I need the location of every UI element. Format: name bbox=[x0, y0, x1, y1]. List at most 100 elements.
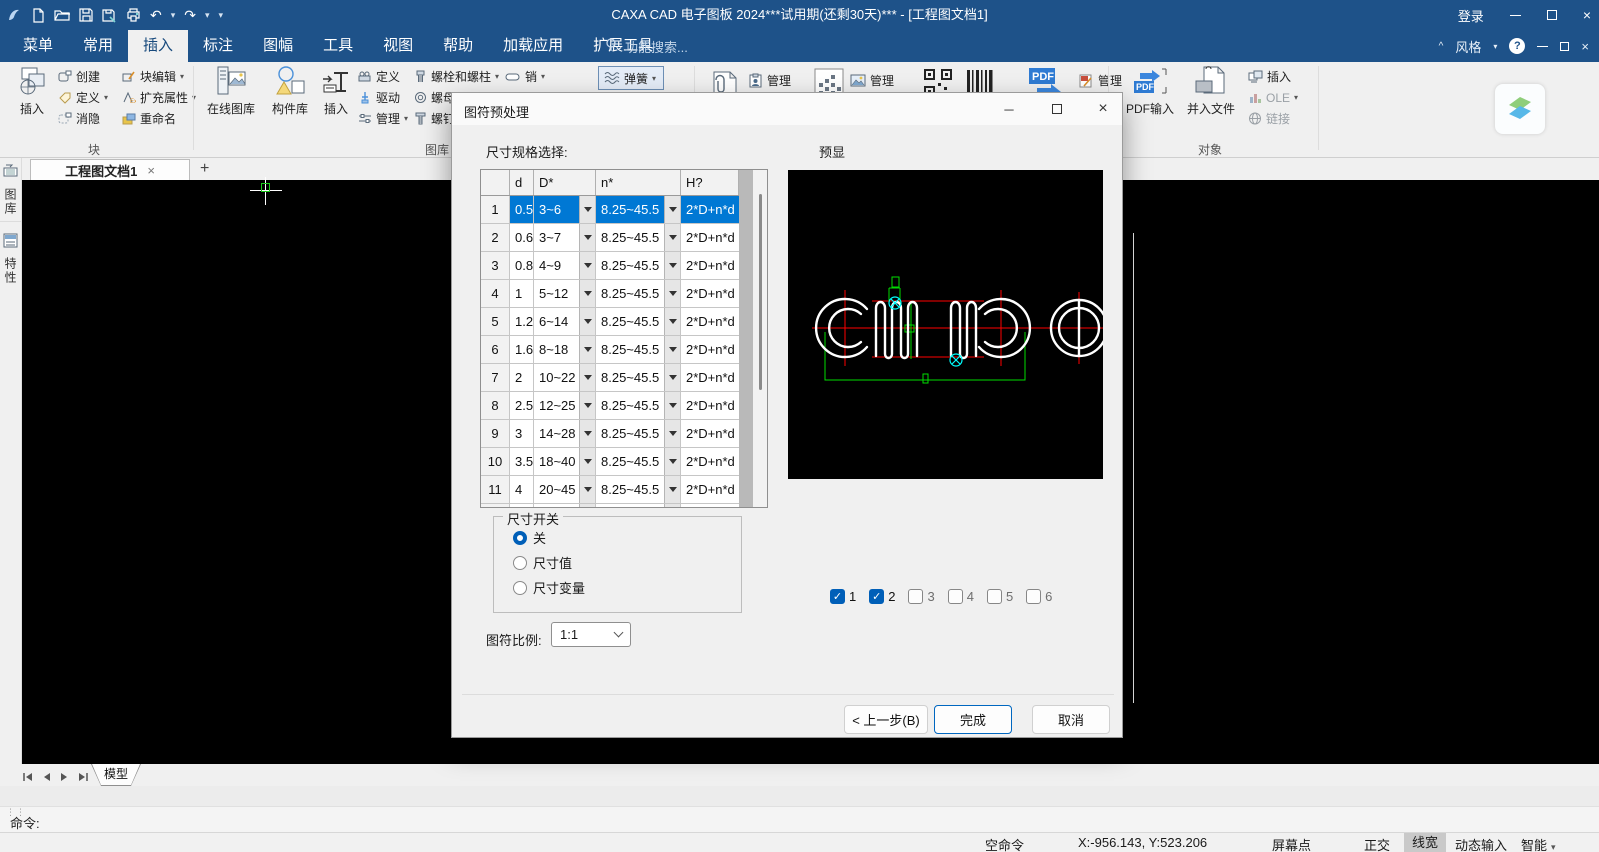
dropdown-button[interactable] bbox=[579, 448, 595, 475]
collapse-ribbon-icon[interactable]: ^ bbox=[1439, 41, 1444, 52]
dialog-maximize-button[interactable] bbox=[1040, 93, 1074, 125]
H-formula-cell[interactable]: 2*D+n*d bbox=[681, 196, 739, 223]
D-range-cell[interactable]: 10~22 bbox=[534, 364, 596, 391]
print-icon[interactable] bbox=[126, 8, 141, 22]
undo-dropdown-icon[interactable]: ▾ bbox=[171, 10, 176, 21]
n-range-cell[interactable]: 8.25~45.5 bbox=[596, 476, 681, 503]
restore-button[interactable] bbox=[1546, 10, 1557, 20]
status-ortho-toggle[interactable]: 正交 bbox=[1364, 835, 1390, 852]
part-checkbox[interactable]: 3 bbox=[908, 589, 935, 604]
dropdown-button[interactable] bbox=[579, 392, 595, 419]
pdf-manage-button[interactable]: 管理 bbox=[1078, 70, 1122, 91]
part-checkbox[interactable]: 6 bbox=[1026, 589, 1052, 604]
dropdown-button[interactable] bbox=[664, 308, 680, 335]
dropdown-button[interactable] bbox=[579, 196, 595, 223]
table-row[interactable]: 2 0.6 3~7 8.25~45.5 2*D+n*d bbox=[481, 224, 739, 252]
part-checkbox[interactable]: 5 bbox=[986, 589, 1013, 604]
n-range-cell[interactable]: 8.25~45.5 bbox=[596, 196, 681, 223]
row-number-cell[interactable]: 2 bbox=[481, 224, 510, 251]
D-range-cell[interactable]: 5~12 bbox=[534, 280, 596, 307]
new-tab-button[interactable]: + bbox=[200, 160, 209, 178]
component-library-button[interactable]: 构件库 bbox=[266, 65, 314, 125]
d-value-cell[interactable]: 4 bbox=[510, 476, 534, 503]
D-range-cell[interactable]: 18~40 bbox=[534, 448, 596, 475]
symbol-scale-combobox[interactable]: 1:1 bbox=[551, 622, 631, 647]
qat-customize-icon[interactable]: ▾ bbox=[219, 10, 224, 21]
row-number-cell[interactable]: 11 bbox=[481, 476, 510, 503]
app-logo-icon[interactable] bbox=[6, 7, 22, 23]
row-number-cell[interactable]: 7 bbox=[481, 364, 510, 391]
n-range-cell[interactable]: 8.25~45.5 bbox=[596, 224, 681, 251]
d-value-cell[interactable]: 1 bbox=[510, 280, 534, 307]
table-row[interactable]: 11 4 20~45 8.25~45.5 2*D+n*d bbox=[481, 476, 739, 504]
n-range-cell[interactable]: 8.25~45.5 bbox=[596, 336, 681, 363]
n-range-cell[interactable]: 8.25~45.5 bbox=[596, 392, 681, 419]
n-range-cell[interactable]: 8.25~45.5 bbox=[596, 308, 681, 335]
new-file-icon[interactable] bbox=[31, 7, 45, 23]
save-icon[interactable] bbox=[79, 8, 93, 22]
doc-close-button[interactable]: × bbox=[1581, 39, 1589, 54]
table-row[interactable]: 1 0.5 3~6 8.25~45.5 2*D+n*d bbox=[481, 196, 739, 224]
menu-tab[interactable]: 图幅 bbox=[248, 30, 308, 62]
d-value-cell[interactable]: 0.6 bbox=[510, 224, 534, 251]
dropdown-button[interactable] bbox=[664, 364, 680, 391]
menu-tab[interactable]: 视图 bbox=[368, 30, 428, 62]
block-edit-button[interactable]: 块编辑 ▾ bbox=[122, 66, 196, 87]
row-number-cell[interactable]: 8 bbox=[481, 392, 510, 419]
dropdown-button[interactable] bbox=[579, 280, 595, 307]
attachment-manage-button[interactable]: 管理 bbox=[748, 70, 791, 91]
prev-sheet-icon[interactable] bbox=[42, 769, 51, 787]
dropdown-button[interactable] bbox=[664, 196, 680, 223]
menu-tab[interactable]: 插入 bbox=[128, 30, 189, 62]
table-row[interactable]: 6 1.6 8~18 8.25~45.5 2*D+n*d bbox=[481, 336, 739, 364]
redo-icon[interactable]: ↷ bbox=[184, 7, 196, 24]
part-checkbox[interactable]: ✓ 2 bbox=[869, 589, 895, 604]
row-number-cell[interactable]: 1 bbox=[481, 196, 510, 223]
checkbox-box[interactable]: ✓ bbox=[869, 589, 885, 604]
H-formula-cell[interactable]: 2*D+n*d bbox=[681, 392, 739, 419]
save-all-icon[interactable] bbox=[102, 8, 117, 23]
dropdown-button[interactable] bbox=[579, 336, 595, 363]
help-icon[interactable]: ? bbox=[1509, 38, 1526, 54]
merge-file-button[interactable]: 并入文件 bbox=[1182, 65, 1240, 125]
command-line[interactable]: ⋮⋮ 命令: bbox=[0, 806, 1599, 832]
H-formula-cell[interactable]: 2*D+n*d bbox=[681, 224, 739, 251]
n-range-cell[interactable]: 8.25~45.5 bbox=[596, 252, 681, 279]
open-file-icon[interactable] bbox=[54, 8, 70, 22]
part-checkbox[interactable]: ✓ 1 bbox=[830, 589, 856, 604]
checkbox-box[interactable] bbox=[947, 589, 963, 604]
image-manage-button[interactable]: 管理 bbox=[850, 70, 894, 91]
D-range-cell[interactable]: 3~6 bbox=[534, 196, 596, 223]
dropdown-button[interactable] bbox=[664, 280, 680, 307]
last-sheet-icon[interactable] bbox=[78, 769, 89, 787]
row-number-cell[interactable]: 5 bbox=[481, 308, 510, 335]
scrollbar-thumb[interactable] bbox=[759, 194, 762, 390]
rename-button[interactable]: 重命名 bbox=[122, 108, 196, 129]
library-define-button[interactable]: 定义 bbox=[358, 66, 408, 87]
table-row[interactable]: 4 1 5~12 8.25~45.5 2*D+n*d bbox=[481, 280, 739, 308]
H-formula-cell[interactable]: 2*D+n*d bbox=[681, 308, 739, 335]
table-row-clipped[interactable] bbox=[481, 504, 739, 507]
table-row[interactable]: 8 2.5 12~25 8.25~45.5 2*D+n*d bbox=[481, 392, 739, 420]
row-number-cell[interactable]: 4 bbox=[481, 280, 510, 307]
row-number-cell[interactable]: 9 bbox=[481, 420, 510, 447]
finish-button[interactable]: 完成 bbox=[934, 705, 1012, 734]
D-range-cell[interactable]: 20~45 bbox=[534, 476, 596, 503]
H-formula-cell[interactable]: 2*D+n*d bbox=[681, 476, 739, 503]
status-screen-point[interactable]: 屏幕点 bbox=[1272, 835, 1311, 852]
dropdown-button[interactable] bbox=[579, 308, 595, 335]
dropdown-button[interactable] bbox=[664, 336, 680, 363]
H-formula-cell[interactable]: 2*D+n*d bbox=[681, 336, 739, 363]
checkbox-box[interactable] bbox=[908, 589, 924, 604]
pdf-input-button[interactable]: PDF PDF输入 bbox=[1122, 65, 1178, 125]
library-manage-button[interactable]: 管理 ▾ bbox=[358, 108, 408, 129]
block-hide-button[interactable]: 消隐 bbox=[58, 108, 108, 129]
ole-button[interactable]: OLE ▾ bbox=[1248, 87, 1298, 108]
bolts-studs-button[interactable]: 螺栓和螺柱 ▾ bbox=[414, 66, 499, 87]
link-button[interactable]: 链接 bbox=[1248, 108, 1298, 129]
d-value-cell[interactable]: 3.5 bbox=[510, 448, 534, 475]
d-value-cell[interactable]: 0.8 bbox=[510, 252, 534, 279]
dropdown-button[interactable] bbox=[664, 252, 680, 279]
undo-icon[interactable]: ↶ bbox=[150, 7, 162, 24]
extend-attribute-button[interactable]: Ex 扩充属性 ▾ bbox=[122, 87, 196, 108]
